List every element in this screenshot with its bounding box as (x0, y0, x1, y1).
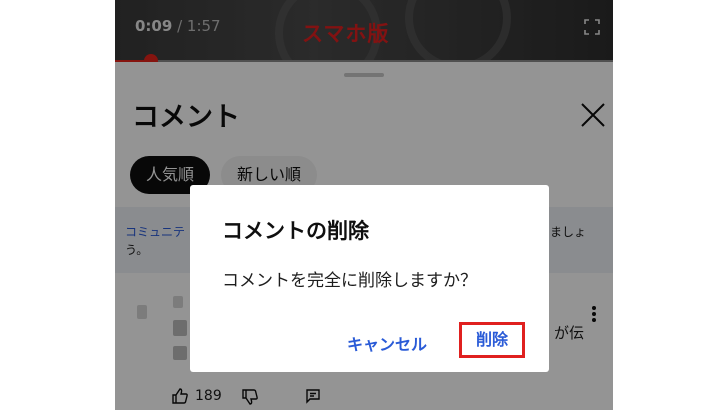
delete-comment-dialog: コメントの削除 コメントを完全に削除しますか？ キャンセル 削除 (190, 185, 549, 372)
delete-button[interactable]: 削除 (459, 322, 525, 358)
cancel-button[interactable]: キャンセル (347, 331, 427, 355)
dialog-title: コメントの削除 (222, 219, 369, 243)
dialog-message: コメントを完全に削除しますか？ (222, 271, 477, 291)
